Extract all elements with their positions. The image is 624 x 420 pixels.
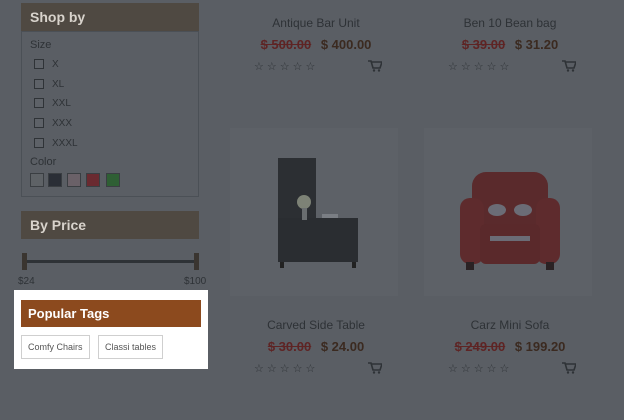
size-option-xxl[interactable]: XXL <box>34 98 71 110</box>
shop-by-heading: Shop by <box>21 3 199 31</box>
price-min-label: $24 <box>18 276 35 287</box>
color-swatch[interactable] <box>106 173 120 187</box>
popular-tags-widget: Popular Tags Comfy Chairs Classi tables <box>14 290 208 369</box>
size-option-xxxl[interactable]: XXXL <box>34 138 78 150</box>
product-name[interactable]: Carz Mini Sofa <box>420 318 600 332</box>
product-name[interactable]: Ben 10 Bean bag <box>420 16 600 30</box>
cart-icon[interactable] <box>562 362 576 374</box>
new-price: $ 400.00 <box>320 37 372 52</box>
new-price: $ 24.00 <box>320 339 365 354</box>
old-price: $ 249.00 <box>454 339 506 354</box>
tag-classi-tables[interactable]: Classi tables <box>98 335 164 359</box>
product-card[interactable]: Carved Side Table $ 30.00 $ 24.00 ☆☆☆☆☆ <box>226 318 406 376</box>
size-option-x[interactable]: X <box>34 59 59 71</box>
checkbox[interactable] <box>34 59 44 70</box>
old-price: $ 30.00 <box>267 339 312 354</box>
new-price: $ 31.20 <box>514 37 559 52</box>
by-price-heading: By Price <box>21 211 199 239</box>
size-label: Size <box>30 39 52 51</box>
popular-tags-heading: Popular Tags <box>21 300 201 327</box>
tag-comfy-chairs[interactable]: Comfy Chairs <box>21 335 90 359</box>
price-slider-min-handle[interactable] <box>22 253 27 270</box>
price-slider-track[interactable] <box>24 260 196 263</box>
checkbox[interactable] <box>34 118 44 129</box>
product-card[interactable]: Carz Mini Sofa $ 249.00 $ 199.20 ☆☆☆☆☆ <box>420 318 600 376</box>
product-name[interactable]: Carved Side Table <box>226 318 406 332</box>
cart-icon[interactable] <box>562 60 576 72</box>
size-option-xl[interactable]: XL <box>34 79 64 91</box>
color-swatch[interactable] <box>30 173 44 187</box>
product-prices: $ 249.00 $ 199.20 <box>420 339 600 355</box>
old-price: $ 500.00 <box>260 37 312 52</box>
new-price: $ 199.20 <box>514 339 566 354</box>
checkbox[interactable] <box>34 79 44 90</box>
color-label: Color <box>30 156 57 168</box>
checkbox[interactable] <box>34 138 44 149</box>
product-prices: $ 39.00 $ 31.20 <box>420 37 600 53</box>
product-name[interactable]: Antique Bar Unit <box>226 16 406 30</box>
rating-stars: ☆☆☆☆☆ <box>254 363 319 375</box>
old-price: $ 39.00 <box>461 37 506 52</box>
rating-stars: ☆☆☆☆☆ <box>448 61 513 73</box>
product-image-mini-sofa[interactable] <box>424 128 592 296</box>
product-prices: $ 500.00 $ 400.00 <box>226 37 406 53</box>
product-card[interactable]: Ben 10 Bean bag $ 39.00 $ 31.20 ☆☆☆☆☆ <box>420 16 600 74</box>
product-image-side-table[interactable] <box>230 128 398 296</box>
color-swatch[interactable] <box>67 173 81 187</box>
side-table-image <box>278 158 358 268</box>
product-card[interactable]: Antique Bar Unit $ 500.00 $ 400.00 ☆☆☆☆☆ <box>226 16 406 74</box>
product-prices: $ 30.00 $ 24.00 <box>226 339 406 355</box>
color-swatch[interactable] <box>86 173 100 187</box>
color-swatch[interactable] <box>48 173 62 187</box>
mini-sofa-image <box>460 172 560 270</box>
cart-icon[interactable] <box>368 362 382 374</box>
rating-stars: ☆☆☆☆☆ <box>448 363 513 375</box>
rating-stars: ☆☆☆☆☆ <box>254 61 319 73</box>
size-option-xxx[interactable]: XXX <box>34 118 72 130</box>
price-slider-max-handle[interactable] <box>194 253 199 270</box>
price-max-label: $100 <box>184 276 207 287</box>
cart-icon[interactable] <box>368 60 382 72</box>
checkbox[interactable] <box>34 98 44 109</box>
